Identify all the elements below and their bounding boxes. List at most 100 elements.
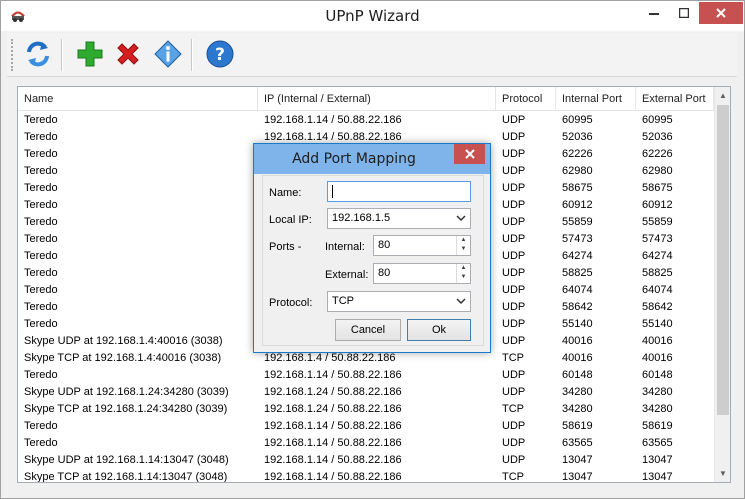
row-external-port: 58675 xyxy=(642,182,673,194)
row-internal-port: 64274 xyxy=(562,250,593,262)
add-button[interactable] xyxy=(73,37,107,71)
row-external-port: 60912 xyxy=(642,199,673,211)
row-name: Teredo xyxy=(24,369,58,381)
row-external-port: 58619 xyxy=(642,420,673,432)
row-external-port: 58825 xyxy=(642,267,673,279)
column-header-ip[interactable]: IP (Internal / External) xyxy=(258,87,496,111)
row-internal-port: 60148 xyxy=(562,369,593,381)
dialog-body: Name: Local IP: 192.168.1.5 Ports - Inte… xyxy=(262,175,484,346)
row-internal-port: 34280 xyxy=(562,386,593,398)
column-header-name[interactable]: Name xyxy=(18,87,258,111)
internal-port-spinner[interactable]: ▲ ▼ xyxy=(456,236,470,255)
row-internal-port: 58825 xyxy=(562,267,593,279)
row-name: Teredo xyxy=(24,420,58,432)
spin-down-icon: ▼ xyxy=(460,246,467,252)
dialog-title-bar[interactable]: Add Port Mapping xyxy=(254,144,490,174)
row-protocol: UDP xyxy=(502,454,526,466)
local-ip-value: 192.168.1.5 xyxy=(332,212,391,224)
refresh-icon xyxy=(27,41,49,67)
list-header: Name IP (Internal / External) Protocol I… xyxy=(18,87,714,111)
scrollbar-thumb[interactable] xyxy=(717,105,729,415)
row-ip: 192.168.1.14 / 50.88.22.186 xyxy=(264,471,402,483)
maximize-icon xyxy=(679,8,689,18)
row-external-port: 55859 xyxy=(642,216,673,228)
row-protocol: UDP xyxy=(502,131,526,143)
table-row[interactable]: Skype UDP at 192.168.1.14:13047 (3048) 19… xyxy=(18,452,714,469)
info-icon xyxy=(154,40,182,68)
scroll-up-icon[interactable]: ▲ xyxy=(715,87,730,104)
row-name: Skype UDP at 192.168.1.14:13047 (3048) xyxy=(24,454,229,466)
maximize-button[interactable] xyxy=(669,1,699,25)
table-row[interactable]: Skype TCP at 192.168.1.24:34280 (3039) 19… xyxy=(18,401,714,418)
row-internal-port: 62226 xyxy=(562,148,593,160)
row-external-port: 60148 xyxy=(642,369,673,381)
help-button[interactable]: ? xyxy=(203,37,237,71)
table-row[interactable]: Teredo 192.168.1.14 / 50.88.22.186 UDP 6356… xyxy=(18,435,714,452)
row-ip: 192.168.1.14 / 50.88.22.186 xyxy=(264,369,402,381)
column-header-external-port[interactable]: External Port xyxy=(636,87,714,111)
row-external-port: 52036 xyxy=(642,131,673,143)
row-internal-port: 34280 xyxy=(562,403,593,415)
table-row[interactable]: Teredo 192.168.1.14 / 50.88.22.186 UDP 6014… xyxy=(18,367,714,384)
minimize-button[interactable] xyxy=(639,1,669,25)
row-internal-port: 60912 xyxy=(562,199,593,211)
info-button[interactable] xyxy=(151,37,185,71)
internal-port-label: Internal: xyxy=(325,241,365,253)
row-external-port: 13047 xyxy=(642,471,673,483)
row-external-port: 62226 xyxy=(642,148,673,160)
cancel-button[interactable]: Cancel xyxy=(335,319,401,341)
row-internal-port: 60995 xyxy=(562,114,593,126)
row-name: Teredo xyxy=(24,284,58,296)
row-ip: 192.168.1.24 / 50.88.22.186 xyxy=(264,386,402,398)
table-row[interactable]: Skype TCP at 192.168.1.14:13047 (3048) 19… xyxy=(18,469,714,483)
row-external-port: 57473 xyxy=(642,233,673,245)
row-external-port: 40016 xyxy=(642,352,673,364)
row-external-port: 13047 xyxy=(642,454,673,466)
row-protocol: UDP xyxy=(502,148,526,160)
scroll-down-icon[interactable]: ▼ xyxy=(715,465,730,482)
row-protocol: UDP xyxy=(502,182,526,194)
local-ip-select[interactable]: 192.168.1.5 xyxy=(327,208,471,229)
external-port-spinner[interactable]: ▲ ▼ xyxy=(456,264,470,283)
dialog-title: Add Port Mapping xyxy=(292,151,416,167)
close-button[interactable] xyxy=(699,2,743,24)
protocol-select[interactable]: TCP xyxy=(327,291,471,312)
row-internal-port: 58619 xyxy=(562,420,593,432)
row-ip: 192.168.1.14 / 50.88.22.186 xyxy=(264,454,402,466)
row-name: Teredo xyxy=(24,233,58,245)
row-name: Teredo xyxy=(24,182,58,194)
row-ip: 192.168.1.14 / 50.88.22.186 xyxy=(264,114,402,126)
toolbar-separator xyxy=(61,39,63,71)
refresh-button[interactable] xyxy=(21,37,55,71)
row-protocol: UDP xyxy=(502,386,526,398)
row-name: Skype TCP at 192.168.1.4:40016 (3038) xyxy=(24,352,222,364)
row-name: Teredo xyxy=(24,250,58,262)
row-ip: 192.168.1.24 / 50.88.22.186 xyxy=(264,403,402,415)
ok-button[interactable]: Ok xyxy=(407,319,471,341)
row-external-port: 60995 xyxy=(642,114,673,126)
chevron-down-icon xyxy=(456,298,466,305)
external-port-value: 80 xyxy=(378,267,391,279)
table-row[interactable]: Teredo 192.168.1.14 / 50.88.22.186 UDP 6099… xyxy=(18,112,714,129)
row-ip: 192.168.1.14 / 50.88.22.186 xyxy=(264,437,402,449)
row-protocol: UDP xyxy=(502,199,526,211)
dialog-close-button[interactable] xyxy=(454,144,485,164)
table-row[interactable]: Teredo 192.168.1.14 / 50.88.22.186 UDP 5861… xyxy=(18,418,714,435)
row-ip: 192.168.1.14 / 50.88.22.186 xyxy=(264,420,402,432)
column-header-protocol[interactable]: Protocol xyxy=(496,87,556,111)
external-port-label: External: xyxy=(325,269,369,281)
internal-port-value: 80 xyxy=(378,239,391,251)
toolbar-grip[interactable] xyxy=(11,39,14,71)
help-icon: ? xyxy=(206,40,234,68)
row-name: Skype TCP at 192.168.1.14:13047 (3048) xyxy=(24,471,228,483)
column-header-internal-port[interactable]: Internal Port xyxy=(556,87,636,111)
name-field[interactable] xyxy=(327,181,471,202)
external-port-stepper[interactable]: 80 ▲ ▼ xyxy=(373,263,471,284)
table-row[interactable]: Skype UDP at 192.168.1.24:34280 (3039) 19… xyxy=(18,384,714,401)
delete-button[interactable] xyxy=(111,37,145,71)
vertical-scrollbar[interactable]: ▲ ▼ xyxy=(714,87,730,482)
title-bar[interactable]: UPnP Wizard xyxy=(1,1,744,31)
internal-port-stepper[interactable]: 80 ▲ ▼ xyxy=(373,235,471,256)
row-protocol: TCP xyxy=(502,403,524,415)
close-icon xyxy=(716,8,726,18)
